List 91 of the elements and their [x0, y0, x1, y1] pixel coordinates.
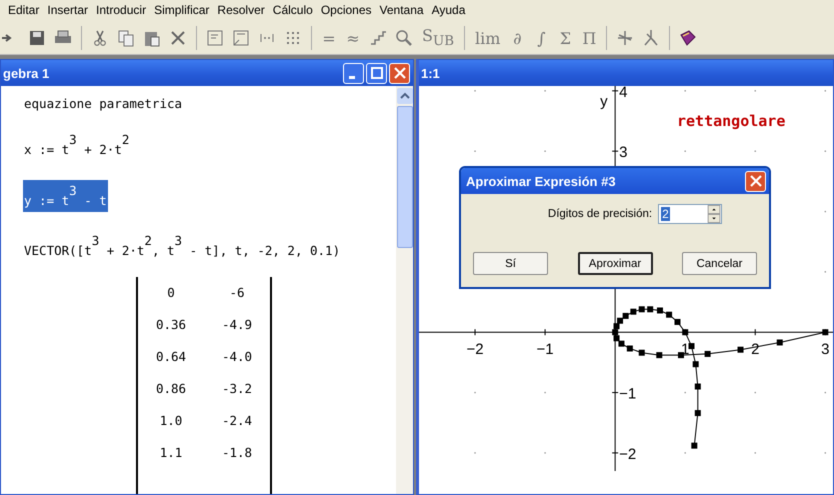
data-point: [638, 350, 645, 356]
expression-icon[interactable]: [206, 29, 224, 47]
data-point: [638, 306, 645, 312]
menu-item[interactable]: Editar: [4, 3, 44, 17]
scrollbar[interactable]: [396, 86, 413, 494]
matrix-entry-icon[interactable]: [232, 29, 250, 47]
delete-icon[interactable]: [169, 29, 187, 47]
menu-item[interactable]: Ayuda: [428, 3, 470, 17]
matrix-cell-text: 0: [166, 285, 176, 300]
plot-3d-icon[interactable]: [642, 29, 660, 47]
zoom-icon[interactable]: [395, 29, 413, 47]
save-icon[interactable]: [28, 29, 46, 47]
menu-item[interactable]: Opciones: [316, 3, 376, 17]
scroll-up-icon[interactable]: [396, 88, 412, 104]
data-point: [688, 343, 694, 350]
data-point: [678, 352, 684, 358]
data-point: [692, 361, 699, 368]
data-point: [704, 350, 711, 357]
matrix-cell-text: -4.0: [220, 349, 254, 364]
data-point: [738, 346, 744, 353]
data-point: [656, 352, 662, 358]
plot-axes-icon[interactable]: [616, 29, 634, 47]
grid-icon[interactable]: [284, 29, 302, 47]
data-point: [647, 306, 654, 312]
toolbar-button[interactable]: ≈: [343, 28, 363, 48]
data-point: [626, 346, 633, 352]
matrix-cell-text: -6: [228, 285, 246, 300]
spin-arrows-icon[interactable]: [707, 205, 722, 223]
maximize-icon: [370, 67, 382, 79]
axis-tick-label: 3: [821, 341, 830, 358]
result-matrix[interactable]: 0 -6 0.36 -4.9 0.64 -4.0 0.86 -3.2 1.0 -2.4 1.1 -1.8: [136, 276, 272, 494]
menu-item[interactable]: Simplificar: [150, 3, 214, 17]
book-icon[interactable]: [679, 29, 698, 47]
matrix-cell-text: 1.1: [158, 445, 184, 460]
dialog-button[interactable]: Aproximar: [578, 252, 652, 275]
menu-item[interactable]: Introducir: [92, 3, 150, 17]
axis-tick-label: −1: [536, 341, 554, 358]
data-point: [776, 339, 783, 346]
paste-icon[interactable]: [143, 29, 161, 47]
toolbar-button[interactable]: Σ: [555, 28, 576, 48]
toolbar-button[interactable]: =: [319, 28, 339, 48]
minimize-button[interactable]: [343, 62, 364, 84]
copy-icon[interactable]: [117, 29, 135, 47]
window-title: 1:1: [421, 66, 440, 80]
step-icon[interactable]: [369, 29, 387, 47]
toolbar-button[interactable]: ∂: [507, 28, 528, 48]
axis-tick-label: 3: [619, 144, 628, 162]
data-point: [694, 384, 701, 390]
precision-spinbox[interactable]: 2: [658, 204, 722, 224]
axis-tick-label: −1: [619, 386, 636, 403]
matrix-cell-text: 0.64: [154, 349, 188, 364]
menu-item[interactable]: Resolver: [213, 3, 269, 17]
axis-label: y: [600, 93, 608, 110]
minimize-icon: [348, 76, 354, 78]
menu-item[interactable]: Cálculo: [268, 3, 317, 17]
dialog-button[interactable]: Cancelar: [682, 252, 757, 275]
field-label: Dígitos de precisión:: [548, 208, 652, 220]
data-point: [694, 410, 701, 416]
matrix-cell-text: -4.9: [220, 317, 254, 332]
matrix-cell-text: -1.8: [220, 445, 254, 460]
matrix-cell-text: 1.0: [158, 413, 184, 428]
close-button[interactable]: [389, 62, 410, 84]
window-title: gebra 1: [3, 66, 50, 80]
dialog-title: Aproximar Expresión #3: [466, 174, 616, 188]
close-icon: [394, 67, 406, 79]
menu-item[interactable]: Ventana: [376, 3, 428, 17]
close-icon: [750, 175, 762, 187]
toolbar-button[interactable]: ∫: [531, 28, 552, 48]
matrix-cell-text: 0.86: [154, 381, 188, 396]
toolbar-button[interactable]: Π: [579, 28, 600, 48]
axis-tick-label: 4: [619, 86, 628, 101]
toolbar-button[interactable]: S$_{UB}$: [419, 26, 457, 50]
scrollbar-thumb[interactable]: [396, 106, 412, 248]
data-point: [682, 329, 688, 336]
label-text[interactable]: equazione parametrica: [23, 96, 184, 111]
data-point: [674, 318, 680, 325]
dialog-button[interactable]: Sí: [473, 252, 548, 275]
close-button[interactable]: [745, 170, 766, 192]
maximize-button[interactable]: [366, 62, 387, 84]
axis-tick-label: −2: [466, 341, 484, 358]
data-point: [666, 312, 672, 318]
data-point: [691, 442, 698, 449]
matrix-cell-text: -3.2: [220, 381, 254, 396]
plot-annotation: rettangolare: [677, 112, 786, 130]
matrix-cell-text: -2.4: [220, 413, 254, 428]
data-point: [822, 329, 828, 336]
matrix-cell-text: 0.36: [154, 317, 188, 332]
data-point: [656, 307, 663, 314]
axis-tick-label: −2: [619, 446, 636, 463]
toolbar-button[interactable]: lim: [472, 28, 504, 48]
menu-item[interactable]: Insertar: [43, 3, 92, 17]
